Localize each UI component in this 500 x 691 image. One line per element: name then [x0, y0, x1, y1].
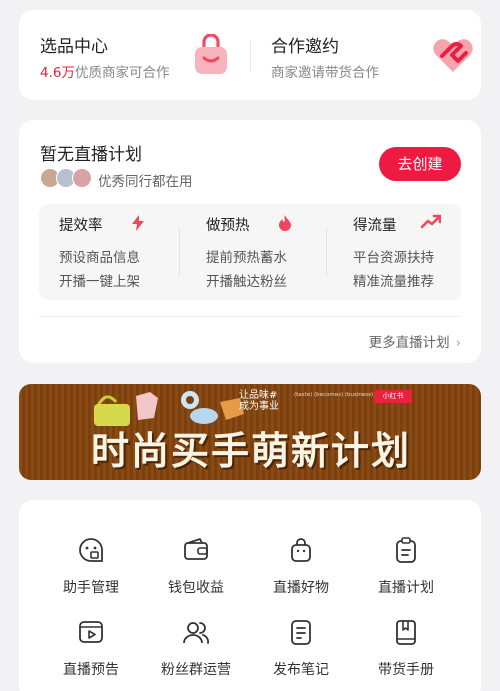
tool-assistant-management[interactable]: 助手管理: [41, 536, 141, 596]
create-plan-button[interactable]: 去创建: [379, 147, 461, 181]
live-plan-subtitle: 优秀同行都在用: [98, 174, 193, 190]
more-plans-link[interactable]: 更多直播计划 ›: [369, 331, 461, 351]
top-card: 选品中心 4.6万优质商家可合作 合作邀约 商家邀请带货合作: [19, 10, 481, 100]
feature-divider: [179, 228, 180, 276]
feature-traffic: 得流量 平台资源扶持 精准流量推荐: [333, 204, 473, 300]
chevron-right-icon: ›: [455, 335, 461, 351]
tool-label: 带货手册: [378, 662, 434, 678]
tool-label: 粉丝群运营: [161, 662, 231, 678]
lightning-icon: [132, 215, 144, 231]
tool-label: 钱包收益: [168, 580, 224, 596]
video-play-icon: [79, 621, 103, 643]
banner-title: 时尚买手萌新计划: [91, 429, 412, 473]
tool-live-goods[interactable]: 直播好物: [251, 536, 351, 596]
wallet-icon: [184, 538, 208, 560]
cooperation-invite-entry[interactable]: 合作邀约 商家邀请带货合作: [250, 10, 481, 100]
assistant-face-icon: [79, 538, 103, 562]
tool-label: 直播计划: [378, 580, 434, 596]
tool-fan-group[interactable]: 粉丝群运营: [146, 618, 246, 678]
tool-wallet[interactable]: 钱包收益: [146, 536, 246, 596]
bag-icon: [291, 538, 311, 562]
feature-warmup: 做预热 提前预热蓄水 开播触达粉丝: [186, 204, 326, 300]
feature-line: 平台资源扶持: [353, 250, 434, 266]
tool-label: 直播好物: [273, 580, 329, 596]
fans-group-icon: [183, 622, 209, 644]
feature-line: 精准流量推荐: [353, 274, 434, 290]
feature-line: 预设商品信息: [59, 250, 140, 266]
live-plan-title: 暂无直播计划: [40, 145, 142, 165]
cooperation-invite-subtitle: 商家邀请带货合作: [271, 65, 379, 81]
tool-live-preview[interactable]: 直播预告: [41, 618, 141, 678]
feature-title: 做预热: [206, 218, 250, 234]
tools-card: 助手管理 钱包收益 直播好物 直播计划 直播预告 粉丝群运营 发布笔记 带货手册: [19, 500, 481, 691]
trend-up-icon: [421, 214, 441, 229]
peer-avatars: [40, 168, 96, 188]
feature-line: 开播触达粉丝: [206, 274, 287, 290]
banner-english-tagline: (taste) (becomes) (business): [294, 392, 374, 398]
feature-line: 开播一键上架: [59, 274, 140, 290]
tool-publish-note[interactable]: 发布笔记: [251, 618, 351, 678]
feature-divider: [326, 228, 327, 276]
feature-title: 得流量: [353, 218, 397, 234]
tool-label: 助手管理: [63, 580, 119, 596]
selection-center-entry[interactable]: 选品中心 4.6万优质商家可合作: [19, 10, 250, 100]
feature-highlights: 提效率 预设商品信息 开播一键上架 做预热 提前预热蓄水 开播触达粉丝 得流量 …: [39, 204, 461, 300]
feature-efficiency: 提效率 预设商品信息 开播一键上架: [39, 204, 179, 300]
selection-center-subtitle: 4.6万优质商家可合作: [40, 65, 170, 81]
merchant-count: 4.6万: [40, 65, 75, 81]
tool-sales-handbook[interactable]: 带货手册: [356, 618, 456, 678]
tool-label: 发布笔记: [273, 662, 329, 678]
avatar: [72, 168, 92, 188]
note-icon: [291, 620, 311, 645]
tool-live-plan[interactable]: 直播计划: [356, 536, 456, 596]
handshake-heart-icon: [433, 39, 473, 72]
live-plan-card: 暂无直播计划 优秀同行都在用 去创建 提效率 预设商品信息 开播一键上架 做预热…: [19, 120, 481, 363]
promo-banner[interactable]: 让品味# 成为事业 (taste) (becomes) (business) 小红…: [19, 384, 481, 480]
banner-tagline: 让品味# 成为事业: [239, 390, 279, 412]
selection-center-title: 选品中心: [40, 37, 108, 57]
flame-icon: [279, 215, 291, 231]
tool-label: 直播预告: [63, 662, 119, 678]
shopping-bag-icon: [195, 34, 227, 74]
handbook-icon: [396, 620, 416, 645]
brand-badge: 小红书: [374, 390, 412, 403]
divider: [39, 316, 461, 317]
feature-line: 提前预热蓄水: [206, 250, 287, 266]
clipboard-icon: [396, 537, 416, 563]
feature-title: 提效率: [59, 218, 103, 234]
cooperation-invite-title: 合作邀约: [271, 37, 339, 57]
